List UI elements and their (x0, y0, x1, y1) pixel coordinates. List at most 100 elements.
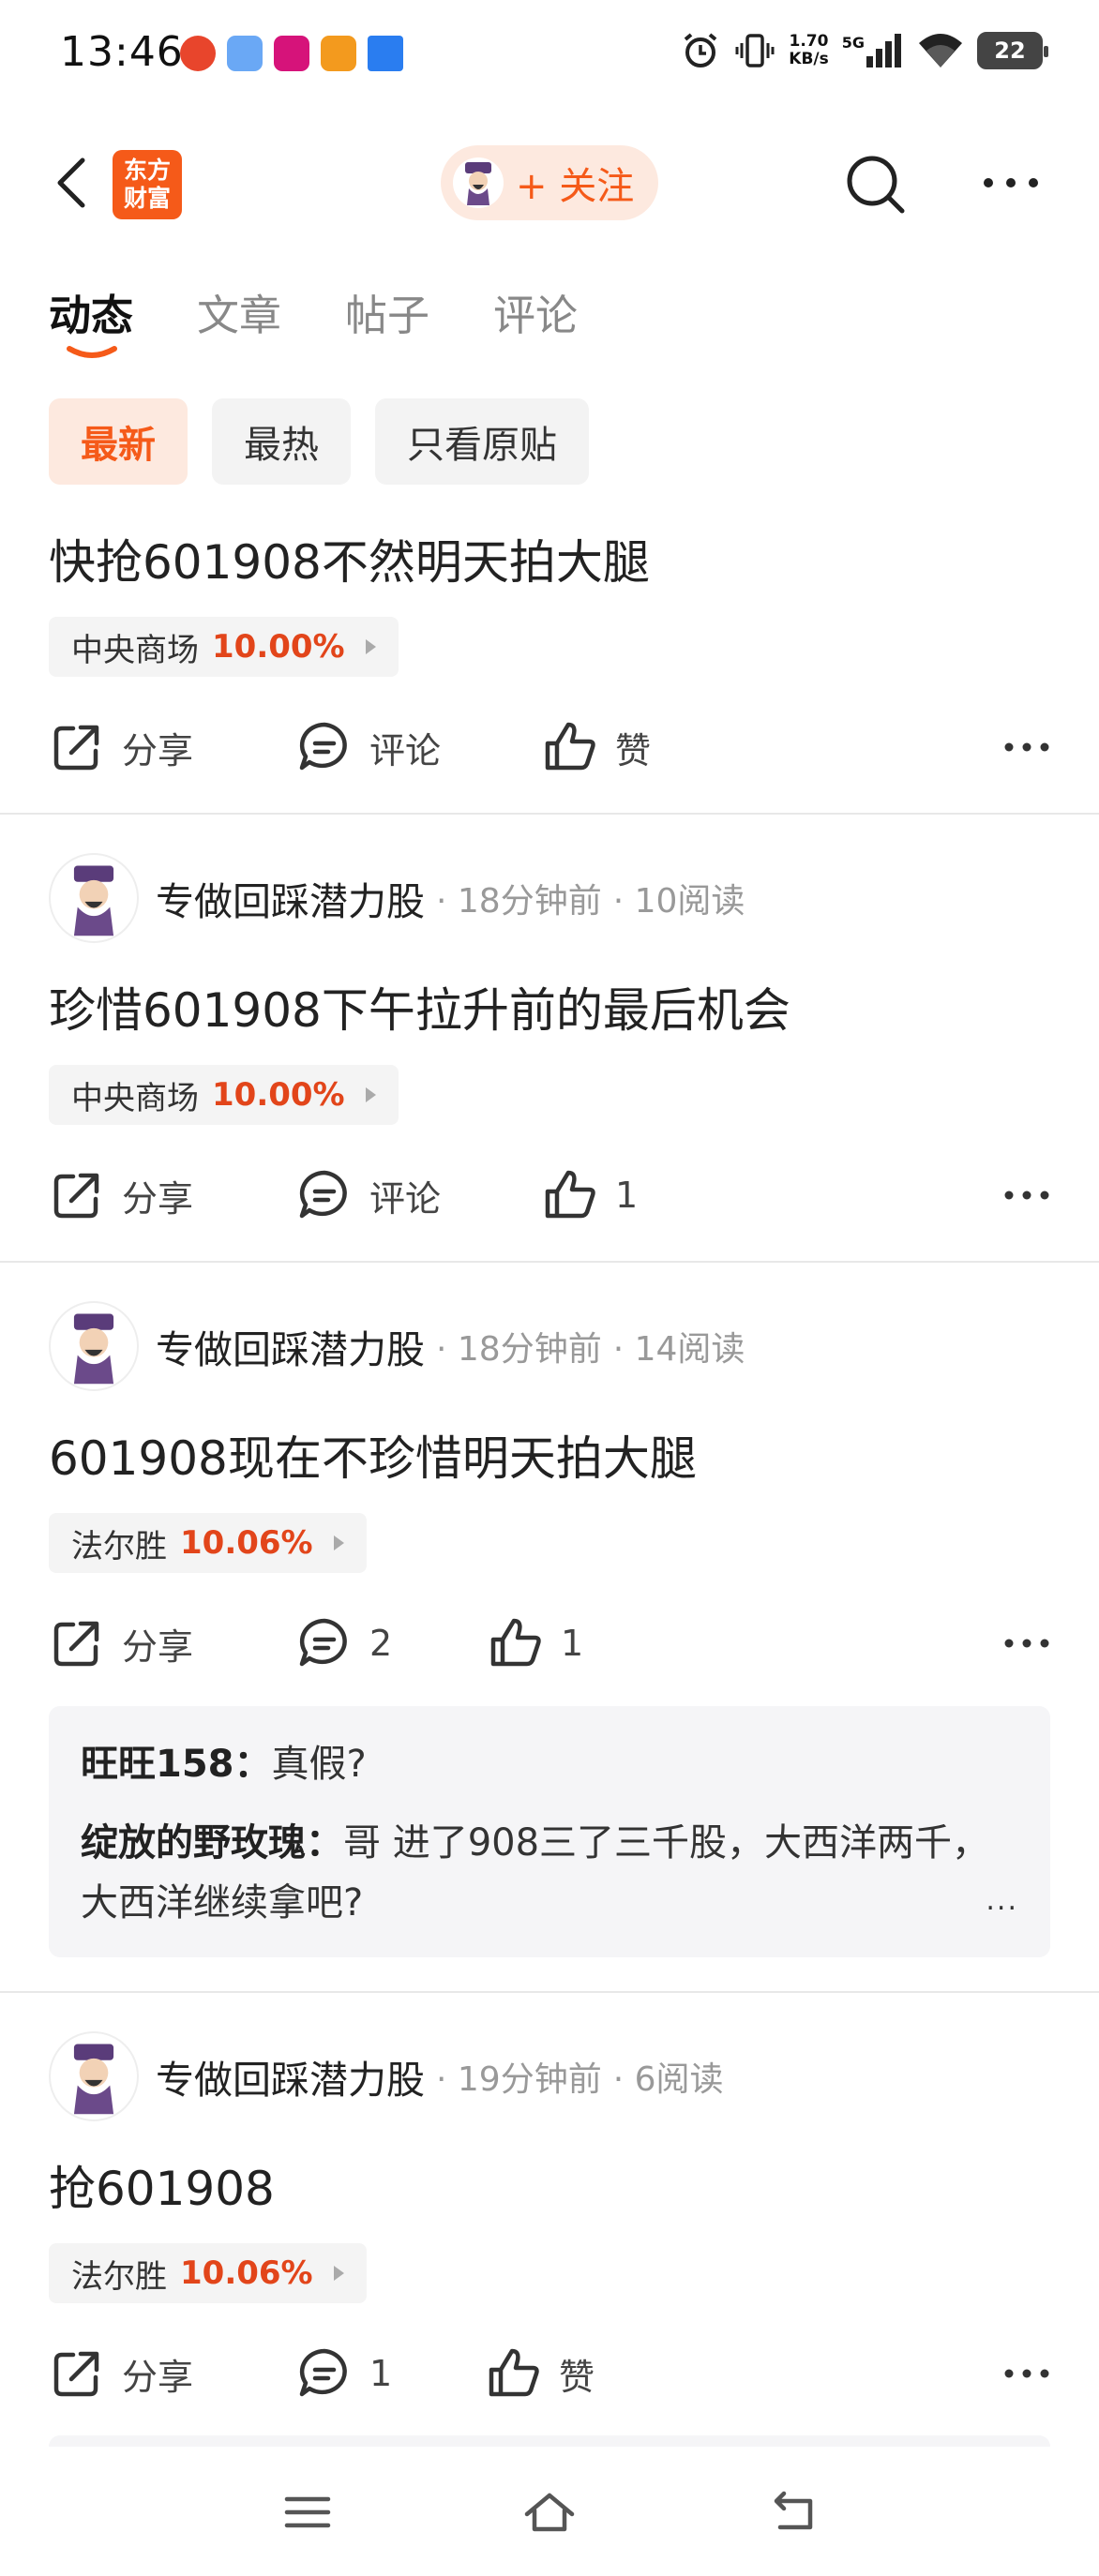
thumbs-up-icon (545, 722, 595, 771)
post-divider (0, 1261, 1099, 1263)
like-button[interactable]: 1 (542, 1162, 638, 1228)
post-author[interactable]: 专做回踩潜力股 · 18分钟前 · 10阅读 (49, 853, 745, 943)
tab-dynamics[interactable]: 动态 (49, 281, 133, 342)
arrow-right-icon (333, 1535, 344, 1550)
post-more-icon[interactable] (1003, 733, 1050, 761)
thumbs-up-icon (489, 2348, 539, 2397)
stock-name: 中央商场 (71, 1079, 199, 1117)
share-button[interactable]: 分享 (49, 2341, 193, 2406)
stock-name: 中央商场 (71, 631, 199, 669)
stock-change: 10.00% (212, 1076, 345, 1114)
like-button[interactable]: 1 (488, 1610, 583, 1676)
share-button[interactable]: 分享 (49, 1162, 193, 1228)
stock-tag[interactable]: 中央商场 10.00% (49, 617, 399, 677)
network-speed: 1.70 KB/s (789, 32, 829, 68)
menu-icon[interactable] (281, 2486, 334, 2539)
signal-icon: 5G (842, 34, 904, 67)
author-name: 专做回踩潜力股 (156, 879, 425, 924)
arrow-right-icon (365, 639, 376, 654)
post-more-icon[interactable] (1003, 1629, 1050, 1657)
comment-button[interactable]: 评论 (296, 714, 441, 780)
post-title[interactable]: 快抢601908不然明天拍大腿 (49, 525, 650, 592)
post-time: · 18分钟前 (436, 882, 602, 921)
post-actions: 分享 1 赞 (49, 2341, 1050, 2406)
post-time: · 19分钟前 (436, 2060, 602, 2099)
post-title[interactable]: 珍惜601908下午拉升前的最后机会 (49, 973, 790, 1041)
tab-posts[interactable]: 帖子 (345, 281, 429, 342)
back-arrow-icon[interactable] (47, 155, 103, 211)
sort-filters: 最新 最热 只看原贴 (49, 398, 589, 485)
like-button[interactable]: 赞 (486, 2341, 595, 2406)
expand-ellipsis[interactable]: ... (986, 1871, 1018, 1931)
stock-name: 法尔胜 (71, 1527, 167, 1565)
comment-preview[interactable]: 旺旺158：真假? 绽放的野玫瑰：哥 进了908三了三千股，大西洋两千，大西洋继… (49, 1706, 1050, 1957)
comment-icon (299, 1618, 347, 1667)
more-options-icon[interactable] (981, 169, 1041, 197)
post-author[interactable]: 专做回踩潜力股 · 19分钟前 · 6阅读 (49, 2031, 724, 2121)
post-more-icon[interactable] (1003, 2359, 1050, 2388)
post-more-icon[interactable] (1003, 1181, 1050, 1209)
follow-button[interactable]: + 关注 (441, 145, 658, 220)
home-icon[interactable] (523, 2486, 576, 2539)
commenter-name: 旺旺158： (81, 1743, 272, 1786)
read-count: · 10阅读 (612, 882, 745, 921)
app-notification-icon (274, 36, 309, 71)
app-notification-icon (227, 36, 263, 71)
stock-change: 10.06% (180, 2254, 313, 2292)
stock-tag[interactable]: 中央商场 10.00% (49, 1065, 399, 1125)
post-time: · 18分钟前 (436, 1330, 602, 1369)
share-button[interactable]: 分享 (49, 714, 193, 780)
back-nav-icon[interactable] (767, 2486, 820, 2539)
read-count: · 14阅读 (612, 1330, 745, 1369)
like-button[interactable]: 赞 (542, 714, 651, 780)
search-icon[interactable] (844, 153, 908, 217)
commenter-name: 绽放的野玫瑰： (81, 1821, 343, 1865)
status-bar: 13:46 1.70 KB/s 5G 22 (0, 0, 1099, 112)
author-name: 专做回踩潜力股 (156, 1327, 425, 1372)
post-title[interactable]: 抢601908 (49, 2151, 275, 2219)
vibrate-icon (735, 34, 775, 67)
filter-original-only[interactable]: 只看原贴 (375, 398, 589, 485)
comment-button[interactable]: 1 (296, 2341, 392, 2406)
comment-icon (299, 2348, 347, 2397)
share-icon (53, 2351, 99, 2397)
share-button[interactable]: 分享 (49, 1610, 193, 1676)
read-count: · 6阅读 (612, 2060, 724, 2099)
comment-icon (299, 722, 347, 771)
app-notification-icon (368, 36, 403, 71)
post-divider (0, 813, 1099, 815)
thumbs-up-icon (545, 1170, 595, 1219)
post-title[interactable]: 601908现在不珍惜明天拍大腿 (49, 1421, 697, 1489)
author-name: 专做回踩潜力股 (156, 2058, 425, 2103)
comment-item: 绽放的野玫瑰：哥 进了908三了三千股，大西洋两千，大西洋继续拿吧? (81, 1813, 1018, 1933)
tab-comments[interactable]: 评论 (493, 281, 578, 342)
profile-tabs: 动态 文章 帖子 评论 (49, 281, 578, 342)
clock: 13:46 (60, 28, 184, 76)
filter-latest[interactable]: 最新 (49, 398, 188, 485)
arrow-right-icon (365, 1087, 376, 1102)
stock-tag[interactable]: 法尔胜 10.06% (49, 1513, 367, 1573)
app-notification-icon (321, 36, 356, 71)
share-icon (53, 1173, 99, 1219)
comment-item: 旺旺158：真假? (81, 1734, 1018, 1794)
stock-change: 10.06% (180, 1524, 313, 1562)
user-avatar (49, 853, 139, 943)
arrow-right-icon (333, 2266, 344, 2281)
tab-articles[interactable]: 文章 (197, 281, 281, 342)
eastmoney-logo: 东方 财富 (113, 150, 182, 219)
post-actions: 分享 2 1 (49, 1610, 1050, 1676)
stock-change: 10.00% (212, 628, 345, 666)
stock-name: 法尔胜 (71, 2257, 167, 2296)
follow-label: + 关注 (516, 165, 635, 208)
thumbs-up-icon (490, 1618, 541, 1667)
comment-button[interactable]: 评论 (296, 1162, 441, 1228)
share-icon (53, 1621, 99, 1667)
post-author[interactable]: 专做回踩潜力股 · 18分钟前 · 14阅读 (49, 1301, 745, 1391)
comment-button[interactable]: 2 (296, 1610, 392, 1676)
post-divider (0, 1991, 1099, 1993)
user-avatar (453, 157, 504, 208)
filter-hot[interactable]: 最热 (212, 398, 351, 485)
comment-text: 真假? (271, 1743, 367, 1786)
active-tab-indicator (67, 346, 117, 358)
stock-tag[interactable]: 法尔胜 10.06% (49, 2243, 367, 2303)
